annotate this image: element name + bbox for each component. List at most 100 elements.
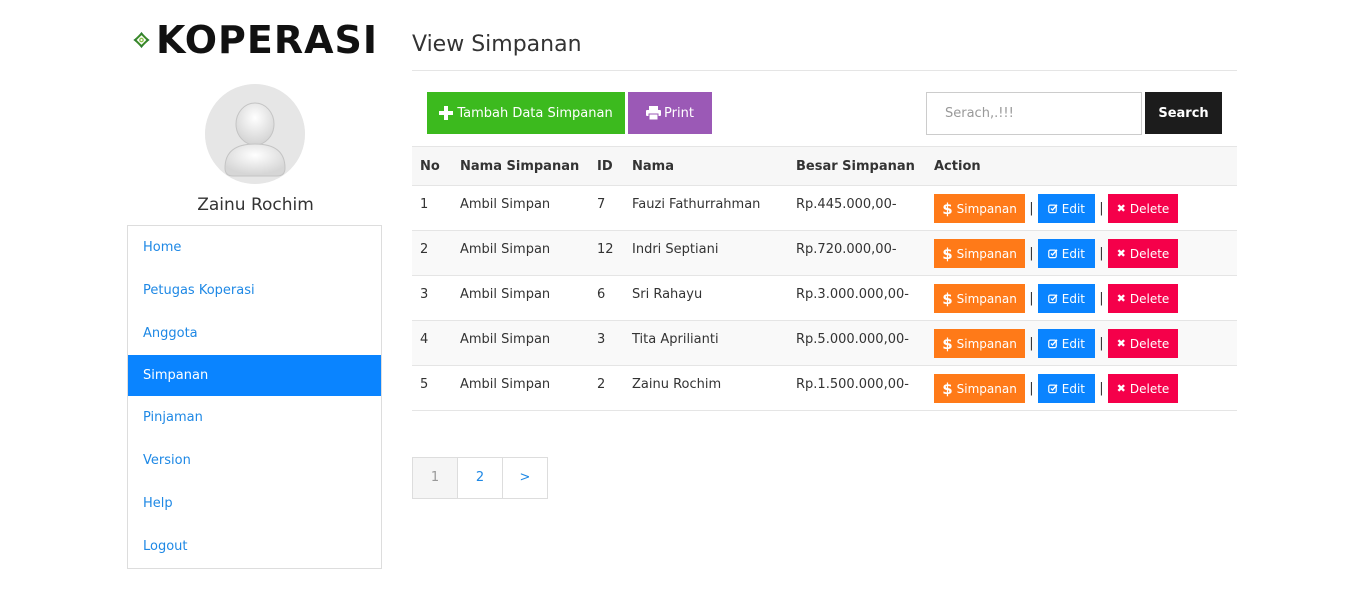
row-no: 5 <box>412 365 452 411</box>
edit-icon <box>1048 339 1058 349</box>
delete-button[interactable]: ✖ Delete <box>1108 239 1178 268</box>
row-actions: $ Simpanan | Edit | ✖ Delete <box>926 275 1237 321</box>
simpanan-button[interactable]: $ Simpanan <box>934 194 1025 223</box>
header-no: No <box>412 146 452 186</box>
search-input[interactable] <box>926 92 1142 135</box>
row-id: 6 <box>589 275 624 321</box>
simpanan-button[interactable]: $ Simpanan <box>934 329 1025 358</box>
dollar-icon: $ <box>942 244 953 263</box>
page-2[interactable]: 2 <box>457 458 502 498</box>
row-nama-simpanan: Ambil Simpan <box>452 320 589 366</box>
sidebar-item-version[interactable]: Version <box>128 439 381 482</box>
header-id: ID <box>589 146 624 186</box>
action-separator: | <box>1099 336 1104 351</box>
brand-name: KOPERASI <box>155 17 378 62</box>
edit-icon <box>1048 249 1058 259</box>
dollar-icon: $ <box>942 199 953 218</box>
edit-icon <box>1048 384 1058 394</box>
delete-button[interactable]: ✖ Delete <box>1108 374 1178 403</box>
simpanan-table: No Nama Simpanan ID Nama Besar Simpanan … <box>412 146 1237 411</box>
sidebar-item-anggota[interactable]: Anggota <box>128 312 381 355</box>
simpanan-label: Simpanan <box>956 381 1017 396</box>
edit-button[interactable]: Edit <box>1038 239 1095 268</box>
delete-button[interactable]: ✖ Delete <box>1108 194 1178 223</box>
sidebar-item-pinjaman[interactable]: Pinjaman <box>128 396 381 439</box>
page-next[interactable]: > <box>502 458 547 498</box>
brand-logo: KOPERASI <box>133 12 378 67</box>
header-nama-simpanan: Nama Simpanan <box>452 146 589 186</box>
print-button[interactable]: Print <box>628 92 712 134</box>
dollar-icon: $ <box>942 334 953 353</box>
header-besar-simpanan: Besar Simpanan <box>788 146 926 186</box>
row-no: 3 <box>412 275 452 321</box>
sidebar-item-logout[interactable]: Logout <box>128 525 381 568</box>
times-icon: ✖ <box>1116 247 1126 260</box>
row-nama-simpanan: Ambil Simpan <box>452 185 589 231</box>
edit-label: Edit <box>1061 336 1085 351</box>
row-nama: Zainu Rochim <box>624 365 788 411</box>
table-row: 1 Ambil Simpan 7 Fauzi Fathurrahman Rp.445.0… <box>412 185 1237 231</box>
sidebar-item-petugas-koperasi[interactable]: Petugas Koperasi <box>128 269 381 312</box>
row-besar-simpanan: Rp.1.500.000,00- <box>788 365 926 411</box>
row-actions: $ Simpanan | Edit | ✖ Delete <box>926 365 1237 411</box>
action-separator: | <box>1099 201 1104 216</box>
simpanan-button[interactable]: $ Simpanan <box>934 284 1025 313</box>
row-nama-simpanan: Ambil Simpan <box>452 230 589 276</box>
edit-icon <box>1048 294 1058 304</box>
header-nama: Nama <box>624 146 788 186</box>
sidebar-item-simpanan[interactable]: Simpanan <box>128 355 381 396</box>
action-separator: | <box>1029 201 1034 216</box>
row-actions: $ Simpanan | Edit | ✖ Delete <box>926 185 1237 231</box>
action-separator: | <box>1099 291 1104 306</box>
edit-label: Edit <box>1061 201 1085 216</box>
edit-label: Edit <box>1061 381 1085 396</box>
search-button[interactable]: Search <box>1145 92 1222 134</box>
delete-button[interactable]: ✖ Delete <box>1108 284 1178 313</box>
simpanan-label: Simpanan <box>956 291 1017 306</box>
page-1[interactable]: 1 <box>413 458 457 498</box>
delete-button[interactable]: ✖ Delete <box>1108 329 1178 358</box>
add-simpanan-button[interactable]: Tambah Data Simpanan <box>427 92 625 134</box>
row-actions: $ Simpanan | Edit | ✖ Delete <box>926 230 1237 276</box>
edit-label: Edit <box>1061 246 1085 261</box>
page-title: View Simpanan <box>412 32 582 57</box>
sidebar-item-help[interactable]: Help <box>128 482 381 525</box>
simpanan-label: Simpanan <box>956 246 1017 261</box>
simpanan-button[interactable]: $ Simpanan <box>934 374 1025 403</box>
print-label: Print <box>664 105 694 121</box>
sidebar-item-home[interactable]: Home <box>128 226 381 269</box>
user-avatar-icon <box>205 84 305 184</box>
table-row: 3 Ambil Simpan 6 Sri Rahayu Rp.3.000.000,00-… <box>412 275 1237 321</box>
pagination: 1 2 > <box>412 457 548 499</box>
simpanan-label: Simpanan <box>956 336 1017 351</box>
row-id: 3 <box>589 320 624 366</box>
action-separator: | <box>1029 381 1034 396</box>
row-actions: $ Simpanan | Edit | ✖ Delete <box>926 320 1237 366</box>
edit-button[interactable]: Edit <box>1038 374 1095 403</box>
row-besar-simpanan: Rp.720.000,00- <box>788 230 926 276</box>
table-row: 2 Ambil Simpan 12 Indri Septiani Rp.720.000,… <box>412 230 1237 276</box>
simpanan-button[interactable]: $ Simpanan <box>934 239 1025 268</box>
row-nama: Indri Septiani <box>624 230 788 276</box>
delete-label: Delete <box>1129 291 1170 306</box>
edit-button[interactable]: Edit <box>1038 194 1095 223</box>
table-row: 5 Ambil Simpan 2 Zainu Rochim Rp.1.500.000,0… <box>412 365 1237 411</box>
delete-label: Delete <box>1129 201 1170 216</box>
row-besar-simpanan: Rp.3.000.000,00- <box>788 275 926 321</box>
action-separator: | <box>1099 246 1104 261</box>
edit-label: Edit <box>1061 291 1085 306</box>
edit-button[interactable]: Edit <box>1038 329 1095 358</box>
koperasi-emblem-icon <box>133 31 150 48</box>
times-icon: ✖ <box>1116 292 1126 305</box>
times-icon: ✖ <box>1116 382 1126 395</box>
row-nama: Sri Rahayu <box>624 275 788 321</box>
delete-label: Delete <box>1129 381 1170 396</box>
row-nama: Tita Aprilianti <box>624 320 788 366</box>
row-nama: Fauzi Fathurrahman <box>624 185 788 231</box>
edit-button[interactable]: Edit <box>1038 284 1095 313</box>
action-separator: | <box>1029 336 1034 351</box>
sidebar-nav: Home Petugas Koperasi Anggota Simpanan P… <box>127 225 382 569</box>
user-name: Zainu Rochim <box>197 195 314 215</box>
dollar-icon: $ <box>942 289 953 308</box>
row-id: 7 <box>589 185 624 231</box>
